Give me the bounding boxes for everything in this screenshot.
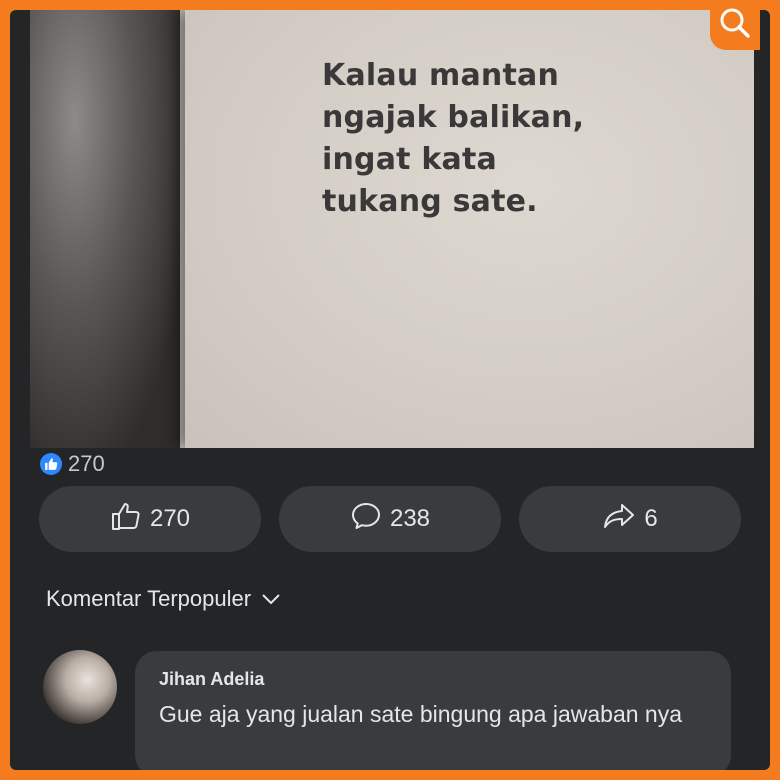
comment-button[interactable]: 238 xyxy=(279,486,501,552)
comment-text: Gue aja yang jualan sate bingung apa jaw… xyxy=(159,701,683,727)
share-icon xyxy=(602,501,636,538)
like-count: 270 xyxy=(149,505,191,532)
comment-sort-dropdown[interactable]: Komentar Terpopuler xyxy=(46,582,281,616)
search-icon xyxy=(718,6,752,45)
post-screenshot: Kalau mantan ngajak balikan, ingat kata … xyxy=(10,10,770,770)
chevron-down-icon xyxy=(261,586,281,612)
photo-quote-text: Kalau mantan ngajak balikan, ingat kata … xyxy=(322,58,585,219)
photo-background-cloth xyxy=(30,10,180,448)
comment-sort-label: Komentar Terpopuler xyxy=(46,586,252,611)
reaction-summary[interactable]: 270 xyxy=(40,450,105,478)
post-photo[interactable]: Kalau mantan ngajak balikan, ingat kata … xyxy=(30,10,754,448)
share-count: 6 xyxy=(644,505,658,532)
like-reaction-icon xyxy=(40,453,62,475)
comment-author[interactable]: Jihan Adelia xyxy=(159,669,264,690)
comment-count: 238 xyxy=(389,505,431,532)
reaction-count: 270 xyxy=(68,451,105,476)
comment-bubble[interactable]: Jihan Adelia Gue aja yang jualan sate bi… xyxy=(135,651,731,770)
avatar[interactable] xyxy=(43,650,117,724)
search-button[interactable] xyxy=(710,0,760,50)
thumbs-up-icon xyxy=(110,501,142,538)
like-button[interactable]: 270 xyxy=(39,486,261,552)
share-button[interactable]: 6 xyxy=(519,486,741,552)
comment-icon xyxy=(350,501,382,538)
